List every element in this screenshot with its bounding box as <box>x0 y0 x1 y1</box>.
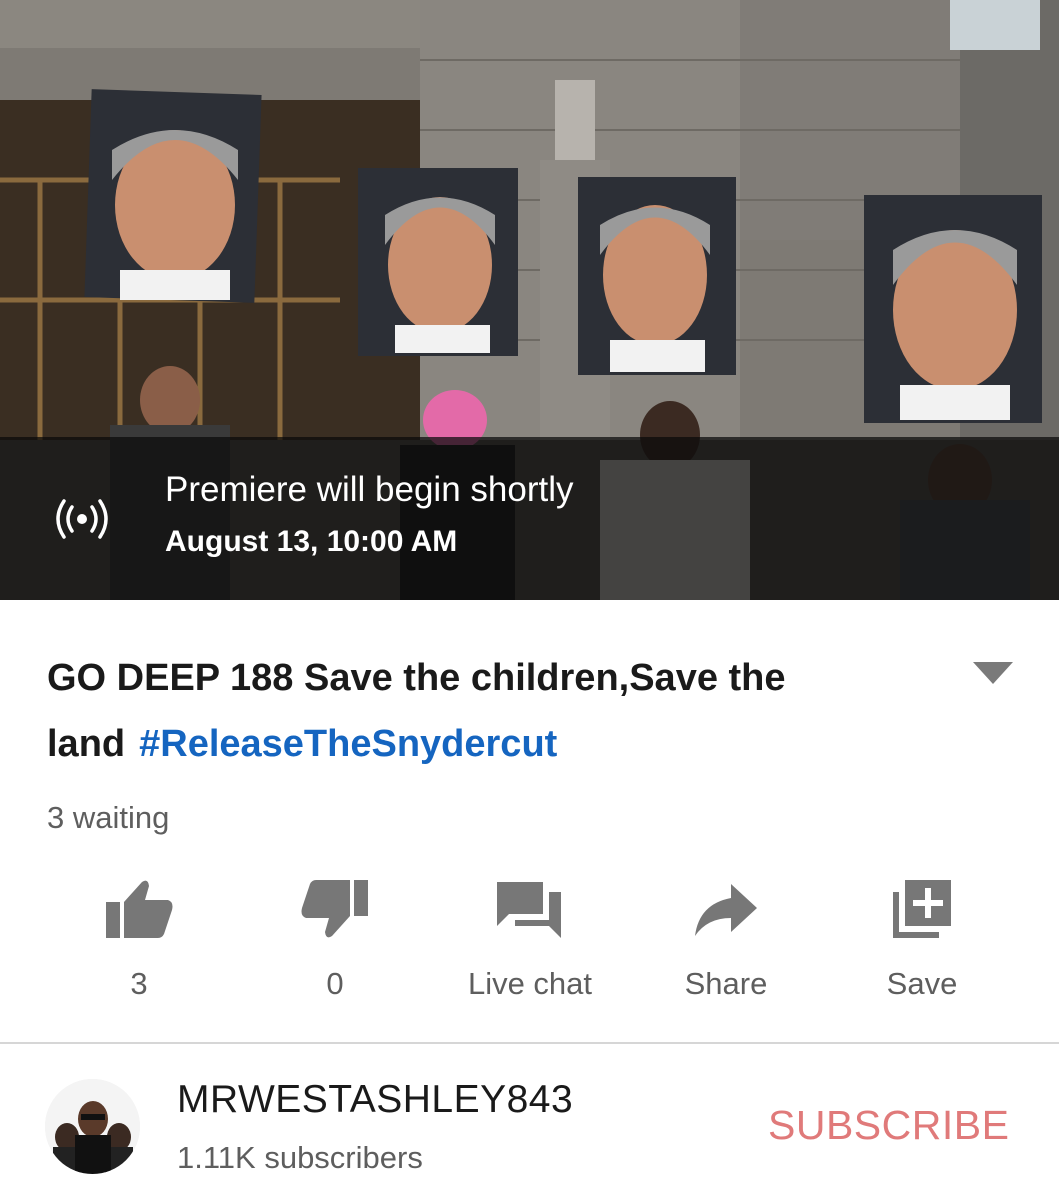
hashtag-link[interactable]: #ReleaseTheSnydercut <box>139 723 557 765</box>
share-label: Share <box>684 966 768 1001</box>
avatar-image <box>45 1079 140 1174</box>
like-count: 3 <box>130 966 148 1001</box>
subscribe-button[interactable]: SUBSCRIBE <box>768 1102 1009 1149</box>
premiere-status: Premiere will begin shortly <box>165 470 574 509</box>
share-icon <box>695 884 757 936</box>
dislike-count: 0 <box>326 966 344 1001</box>
like-button[interactable]: 3 <box>54 878 224 1002</box>
live-chat-label: Live chat <box>467 966 593 1001</box>
save-button[interactable]: Save <box>837 878 1007 1002</box>
dislike-button[interactable]: 0 <box>250 878 420 1002</box>
share-button[interactable]: Share <box>641 878 811 1002</box>
thumbs-up-icon <box>106 880 173 938</box>
thumbs-down-icon <box>301 880 368 938</box>
video-title: GO DEEP 188 Save the children,Save the l… <box>47 645 887 777</box>
save-label: Save <box>886 966 958 1001</box>
premiere-date: August 13, 10:00 AM <box>165 525 458 558</box>
channel-name[interactable]: MRWESTASHLEY843 <box>177 1078 573 1122</box>
video-player[interactable]: Premiere will begin shortly August 13, 1… <box>0 0 1059 600</box>
waiting-count: 3 waiting <box>47 800 170 835</box>
live-chat-button[interactable]: Live chat <box>445 878 615 1002</box>
chevron-down-icon[interactable] <box>973 662 1013 686</box>
subscriber-count: 1.11K subscribers <box>177 1140 423 1175</box>
playlist-add-icon <box>893 880 951 938</box>
divider <box>0 1042 1059 1044</box>
chat-icon <box>497 882 561 938</box>
channel-avatar[interactable] <box>45 1079 140 1174</box>
premiere-overlay <box>0 437 1059 600</box>
live-broadcast-icon <box>56 499 108 539</box>
